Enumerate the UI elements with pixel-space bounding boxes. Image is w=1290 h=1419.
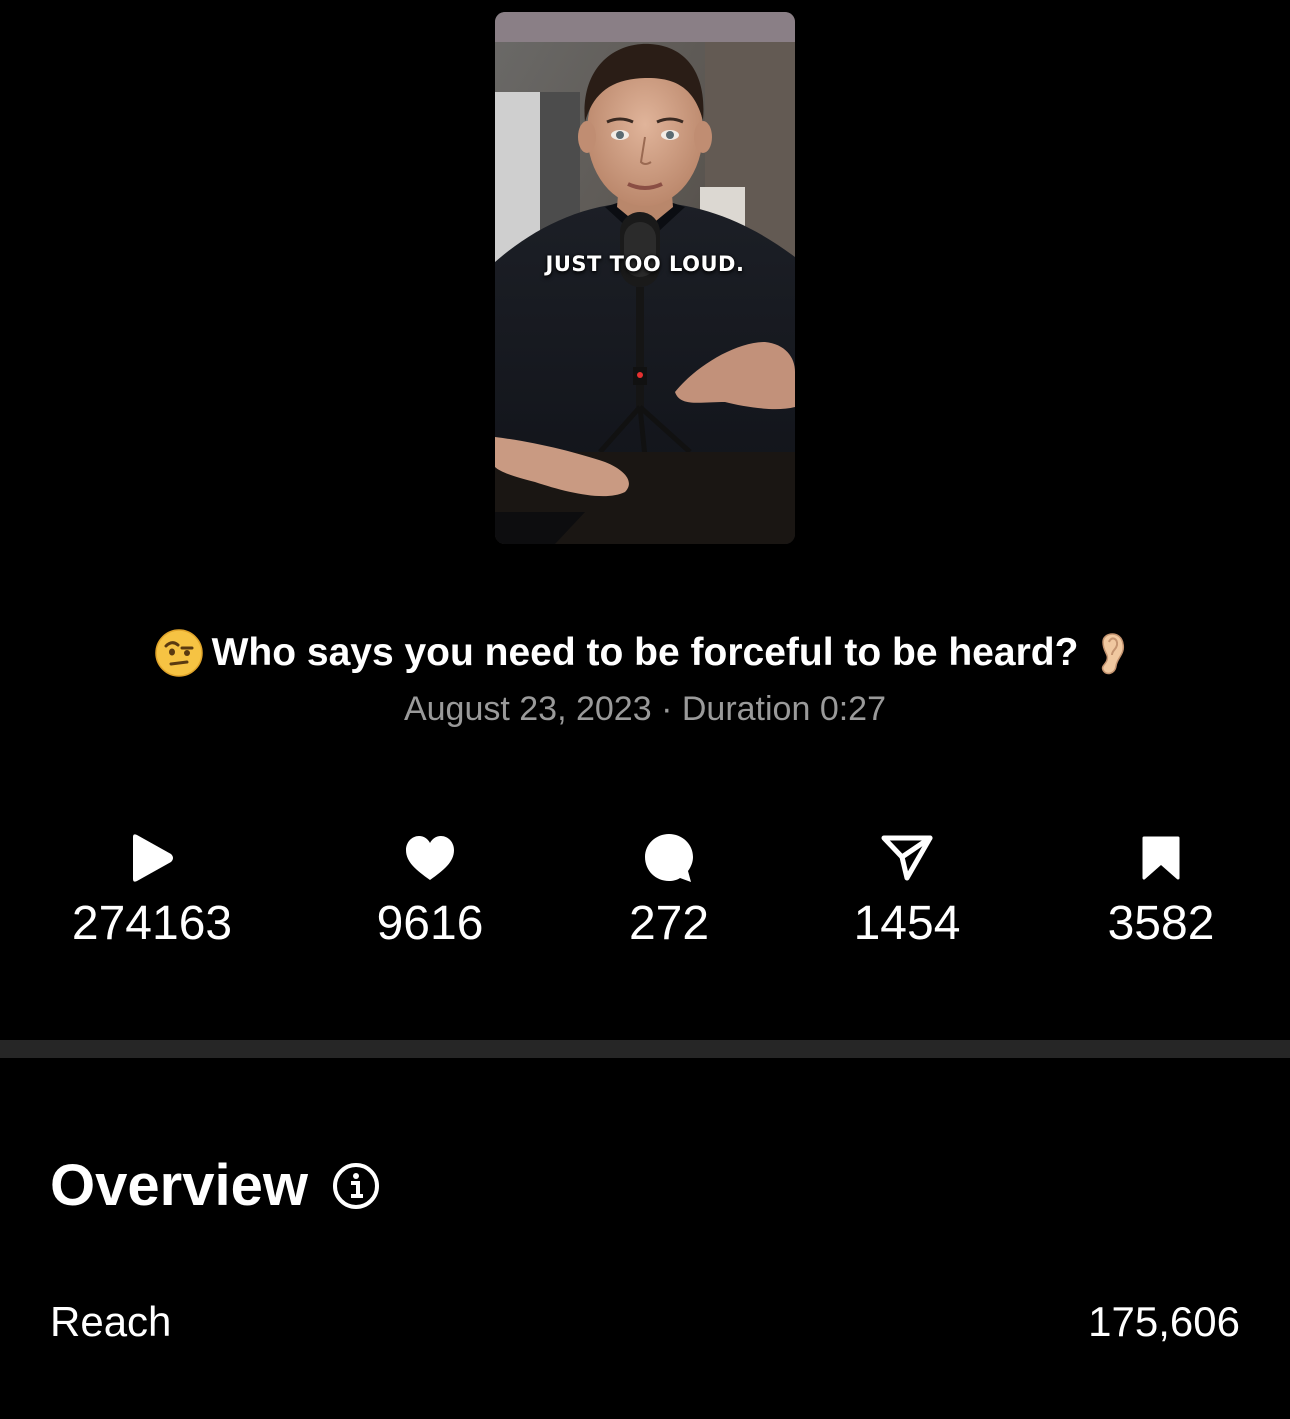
stat-shares[interactable]: 1454 [787,830,1027,954]
reel-thumbnail[interactable]: JUST TOO LOUD. [495,12,795,544]
info-icon[interactable] [332,1162,380,1210]
overview-header: Overview [50,1152,380,1219]
shares-count: 1454 [853,897,961,950]
reach-label: Reach [50,1298,172,1345]
stat-likes[interactable]: 9616 [310,830,550,954]
post-meta: August 23, 2023 · Duration 0:27 [0,690,1290,729]
comments-count: 272 [628,897,710,950]
overview-title: Overview [50,1153,308,1218]
duration-label: Duration [681,690,811,728]
face-with-raised-eyebrow-emoji-icon [154,629,203,677]
share-icon [881,835,933,881]
meta-separator: · [661,690,673,728]
stat-comments[interactable]: 272 [549,830,789,954]
duration-value: 0:27 [819,690,887,728]
thumbnail-caption: JUST TOO LOUD. [545,252,745,276]
likes-count: 9616 [376,897,484,950]
bookmark-icon [1142,836,1180,880]
section-divider [0,1040,1290,1058]
ear-emoji-icon [1102,633,1125,675]
stat-plays[interactable]: 274163 [32,830,272,954]
comment-icon [645,834,693,882]
reach-value: 175,606 [1088,1298,1240,1345]
saves-count: 3582 [1107,897,1215,950]
post-title: Who says you need to be forceful to be h… [211,631,1079,674]
post-title-row: Who says you need to be forceful to be h… [0,626,1290,680]
stat-saves[interactable]: 3582 [1041,830,1281,954]
heart-icon [406,836,454,880]
thumbnail-image [495,12,795,544]
post-date: August 23, 2023 [403,690,652,728]
play-icon [133,834,173,882]
plays-count: 274163 [71,897,233,950]
